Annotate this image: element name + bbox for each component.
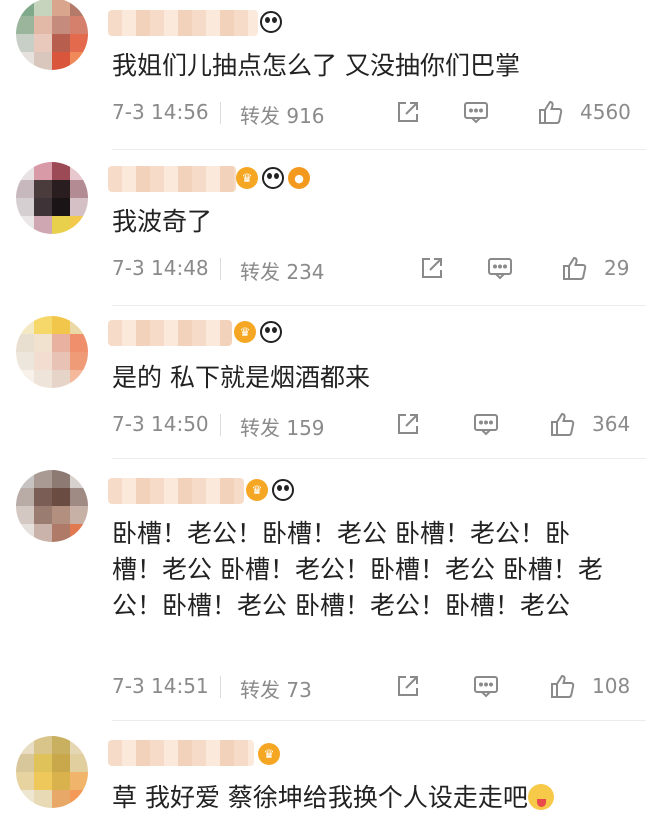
comment-time: 7-3 14:48: [112, 256, 209, 280]
username-blurred[interactable]: [108, 10, 258, 36]
user-badges: ♛ ●: [236, 166, 310, 190]
fish-badge-icon: ●: [288, 167, 310, 189]
separator: [220, 414, 221, 436]
thumbs-up-icon[interactable]: [548, 672, 576, 700]
comment-icon[interactable]: [462, 98, 490, 126]
avatar[interactable]: [16, 162, 88, 234]
comment-item: ♛ ● 我波奇了 7-3 14:48 转发 234 29: [0, 150, 646, 306]
comment-text: 我姐们儿抽点怎么了 又没抽你们巴掌: [112, 51, 520, 80]
avatar[interactable]: [16, 316, 88, 388]
panda-badge-icon: [262, 167, 284, 189]
share-icon[interactable]: [394, 672, 422, 700]
separator: [220, 102, 221, 124]
thumbs-up-icon[interactable]: [548, 410, 576, 438]
comment-text: 我波奇了: [112, 207, 213, 236]
thumbs-up-icon[interactable]: [536, 98, 564, 126]
user-badges: [260, 10, 282, 34]
crown-badge-icon: ♛: [234, 321, 256, 343]
comment-time: 7-3 14:56: [112, 100, 209, 124]
repost-number: 234: [286, 260, 325, 284]
comment-icon[interactable]: [472, 410, 500, 438]
comment-meta: 7-3 14:51 转发 73 108: [112, 672, 632, 702]
avatar[interactable]: [16, 470, 88, 542]
user-badges: ♛: [246, 478, 294, 502]
repost-count[interactable]: 转发 916: [240, 100, 325, 129]
username-blurred[interactable]: [108, 478, 244, 504]
repost-label: 转发: [240, 260, 280, 284]
divider: [112, 720, 646, 721]
panda-badge-icon: [272, 479, 294, 501]
comment-time: 7-3 14:51: [112, 674, 209, 698]
crown-badge-icon: ♛: [258, 743, 280, 765]
avatar[interactable]: [16, 736, 88, 808]
comment-icon[interactable]: [486, 254, 514, 282]
comment-text: 卧槽！老公！卧槽！老公 卧槽！老公！卧槽！老公 卧槽！老公！卧槽！老公 卧槽！老…: [112, 519, 603, 620]
user-badges: ♛: [234, 320, 282, 344]
thumbs-up-icon[interactable]: [560, 254, 588, 282]
user-badges: ♛: [258, 742, 280, 766]
like-count: 108: [592, 674, 631, 698]
share-icon[interactable]: [394, 410, 422, 438]
comment-text: 是的 私下就是烟酒都来: [112, 363, 370, 392]
repost-number: 159: [286, 416, 325, 440]
share-icon[interactable]: [418, 254, 446, 282]
comment-meta: 7-3 14:48 转发 234 29: [112, 254, 632, 284]
panda-badge-icon: [260, 321, 282, 343]
like-count: 4560: [580, 100, 631, 124]
comment-item: ♛ 草 我好爱 蔡徐坤给我换个人设走走吧: [0, 722, 646, 830]
like-count: 29: [604, 256, 630, 280]
like-count: 364: [592, 412, 631, 436]
repost-number: 916: [286, 104, 325, 128]
repost-count[interactable]: 转发 234: [240, 256, 325, 285]
share-icon[interactable]: [394, 98, 422, 126]
repost-label: 转发: [240, 104, 280, 128]
comment-item: 我姐们儿抽点怎么了 又没抽你们巴掌 7-3 14:56 转发 916 4560: [0, 0, 646, 150]
comment-icon[interactable]: [472, 672, 500, 700]
comment-time: 7-3 14:50: [112, 412, 209, 436]
separator: [220, 676, 221, 698]
comment-text: 草 我好爱 蔡徐坤给我换个人设走走吧: [112, 780, 612, 816]
avatar[interactable]: [16, 0, 88, 70]
comment-text-body: 草 我好爱 蔡徐坤给我换个人设走走吧: [112, 783, 528, 812]
repost-count[interactable]: 转发 73: [240, 674, 312, 703]
comment-item: ♛ 卧槽！老公！卧槽！老公 卧槽！老公！卧槽！老公 卧槽！老公！卧槽！老公 卧槽…: [0, 458, 646, 722]
repost-label: 转发: [240, 678, 280, 702]
comment-meta: 7-3 14:50 转发 159 364: [112, 410, 632, 440]
username-blurred[interactable]: [108, 320, 232, 346]
username-blurred[interactable]: [108, 740, 254, 766]
crown-badge-icon: ♛: [236, 167, 258, 189]
repost-count[interactable]: 转发 159: [240, 412, 325, 441]
panda-badge-icon: [260, 11, 282, 33]
repost-label: 转发: [240, 416, 280, 440]
username-blurred[interactable]: [108, 166, 236, 192]
crown-badge-icon: ♛: [246, 479, 268, 501]
repost-number: 73: [286, 678, 312, 702]
separator: [220, 258, 221, 280]
comment-meta: 7-3 14:56 转发 916 4560: [112, 98, 632, 128]
comment-item: ♛ 是的 私下就是烟酒都来 7-3 14:50 转发 159 364: [0, 306, 646, 459]
tongue-out-emoji-icon: [527, 784, 554, 810]
